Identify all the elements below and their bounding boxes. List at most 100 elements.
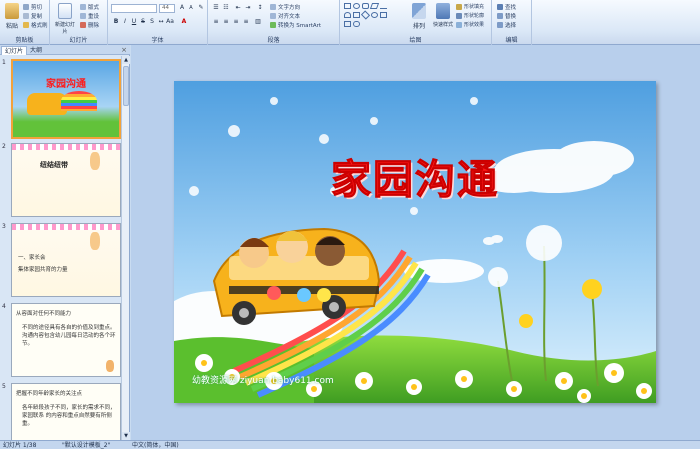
language-indicator[interactable]: 中文(简体，中国) xyxy=(132,441,179,449)
arch-shape-icon[interactable] xyxy=(344,12,351,18)
arrange-button[interactable]: 排列 xyxy=(410,3,428,30)
font-name-box[interactable] xyxy=(111,4,157,13)
callout-shape-icon[interactable] xyxy=(353,21,360,27)
thumbnail-slide-5[interactable]: 把握不同年龄家长的关注点 各年龄段孩子不同，家长的需求不同，家园联系 的内容和重… xyxy=(11,383,121,440)
shrink-font-icon[interactable]: A xyxy=(187,4,195,12)
binoculars-icon xyxy=(497,4,503,10)
case-icon[interactable]: Aa xyxy=(166,18,174,26)
thumb-text: 一、家长会 xyxy=(18,255,46,261)
layout-icon xyxy=(80,4,86,10)
quick-styles-icon xyxy=(436,3,450,19)
smartart-button[interactable]: 转换为 SmartArt xyxy=(270,21,321,29)
smartart-icon xyxy=(270,22,276,28)
oval-shape-icon[interactable] xyxy=(353,3,360,9)
layout-button[interactable]: 版式 xyxy=(80,3,99,11)
reset-icon xyxy=(80,13,86,19)
current-slide[interactable]: 家园沟通 幼教资源网 ziyuan.baby611.com xyxy=(174,81,656,403)
scissors-icon xyxy=(23,4,29,10)
thumbnail-slide-2[interactable]: 纽结纽带 xyxy=(11,143,121,217)
clear-format-icon[interactable]: ✎ xyxy=(197,4,205,12)
slides-group-label: 幻灯片 xyxy=(69,37,88,44)
increase-indent-icon[interactable]: ⇥ xyxy=(244,4,252,12)
tab-slides[interactable]: 幻灯片 xyxy=(1,46,28,55)
line-spacing-icon[interactable]: ↕ xyxy=(256,4,264,12)
shadow-icon[interactable]: S xyxy=(148,18,156,26)
arrow-shape-icon[interactable] xyxy=(380,12,387,18)
numbering-icon[interactable]: ☷ xyxy=(222,4,230,12)
scroll-up-icon[interactable]: ▲ xyxy=(122,56,130,64)
paste-icon xyxy=(5,3,19,19)
bunting-decoration xyxy=(12,144,120,150)
align-right-icon[interactable]: ≡ xyxy=(232,18,240,26)
line-shape-icon[interactable] xyxy=(380,3,387,9)
cut-button[interactable]: 剪切 xyxy=(23,3,42,11)
thumb-text: 从容面对任何不同能力 xyxy=(16,311,72,317)
font-group: 44 A A ✎ B I U S S ↔ Aa A 字体 xyxy=(108,0,208,45)
panel-scrollbar[interactable]: ▲ ▼ xyxy=(121,56,130,440)
rounded-rect-shape-icon[interactable] xyxy=(362,3,369,9)
columns-icon[interactable]: ▥ xyxy=(254,18,262,26)
format-painter-button[interactable]: 格式刷 xyxy=(23,21,48,29)
quick-styles-button[interactable]: 快速样式 xyxy=(432,3,454,28)
italic-icon[interactable]: I xyxy=(121,18,129,26)
parallelogram-shape-icon[interactable] xyxy=(369,3,380,9)
copy-button[interactable]: 复制 xyxy=(23,12,42,20)
scroll-down-icon[interactable]: ▼ xyxy=(122,432,130,440)
decrease-indent-icon[interactable]: ⇤ xyxy=(234,4,242,12)
bullets-icon[interactable]: ☰ xyxy=(212,4,220,12)
replace-button[interactable]: 替换 xyxy=(497,12,516,20)
clipboard-group-label: 剪贴板 xyxy=(15,37,34,44)
copy-icon xyxy=(23,13,29,19)
rainbow-illustration xyxy=(61,91,97,111)
shape-outline-button[interactable]: 形状轮廓 xyxy=(456,12,484,19)
thumb-number: 2 xyxy=(2,143,6,150)
new-slide-button[interactable]: 新建幻灯片 xyxy=(54,3,76,35)
shape-fill-button[interactable]: 形状填充 xyxy=(456,3,484,10)
justify-icon[interactable]: ≡ xyxy=(242,18,250,26)
girl-illustration xyxy=(90,152,100,170)
reset-button[interactable]: 重设 xyxy=(80,12,99,20)
text-box-shape-icon[interactable] xyxy=(353,12,360,18)
replace-icon xyxy=(497,13,503,19)
thumbnail-slide-4[interactable]: 从容面对任何不同能力 不同的途径具有各自的价值及到重点。沟通内容包含幼儿园每日活… xyxy=(11,303,121,377)
new-slide-icon xyxy=(58,3,72,19)
thumb-title: 家园沟通 xyxy=(46,79,86,90)
shapes-gallery[interactable] xyxy=(344,3,402,29)
strikethrough-icon[interactable]: S xyxy=(139,18,147,26)
paragraph-group: ☰ ☷ ⇤ ⇥ ↕ ≡ ≡ ≡ ≡ ▥ 文字方向 对齐文本 转换为 SmartA… xyxy=(208,0,340,45)
grow-font-icon[interactable]: A xyxy=(178,4,186,12)
slide-title[interactable]: 家园沟通 xyxy=(174,147,656,205)
circle-shape-icon[interactable] xyxy=(371,12,378,18)
paragraph-group-label: 段落 xyxy=(267,37,280,44)
rectangle-shape-icon[interactable] xyxy=(344,3,351,9)
drawing-group: 排列 快速样式 形状填充 形状轮廓 形状效果 绘图 xyxy=(340,0,492,45)
delete-button[interactable]: 删除 xyxy=(80,21,99,29)
align-left-icon[interactable]: ≡ xyxy=(212,18,220,26)
thumb-number: 1 xyxy=(2,59,6,66)
select-button[interactable]: 选择 xyxy=(497,21,516,29)
tab-outline[interactable]: 大纲 xyxy=(27,46,45,55)
thumb-text: 各年龄段孩子不同，家长的需求不同，家园联系 的内容和重点自然要有所侧重。 xyxy=(22,405,116,427)
font-color-icon[interactable]: A xyxy=(180,18,188,26)
align-center-icon[interactable]: ≡ xyxy=(222,18,230,26)
star-shape-icon[interactable] xyxy=(344,21,351,27)
shape-effects-button[interactable]: 形状效果 xyxy=(456,21,484,28)
close-icon[interactable]: × xyxy=(121,45,127,55)
find-button[interactable]: 查找 xyxy=(497,3,516,11)
slide-count: 幻灯片 1/38 xyxy=(3,442,37,449)
thumb-text: 不同的途径具有各自的价值及到重点。沟通内容包含幼儿园每日活动的各个环节。 xyxy=(22,325,116,347)
font-size-box[interactable]: 44 xyxy=(159,4,175,13)
diamond-shape-icon[interactable] xyxy=(360,10,371,20)
scroll-thumb[interactable] xyxy=(123,66,129,106)
spacing-icon[interactable]: ↔ xyxy=(157,18,165,26)
underline-icon[interactable]: U xyxy=(130,18,138,26)
thumbnail-slide-1[interactable]: 家园沟通 xyxy=(11,59,121,139)
text-direction-button[interactable]: 文字方向 xyxy=(270,3,300,11)
bold-icon[interactable]: B xyxy=(112,18,120,26)
align-text-button[interactable]: 对齐文本 xyxy=(270,12,300,20)
paste-button[interactable]: 粘贴 xyxy=(3,3,21,30)
thumbnail-slide-3[interactable]: 一、家长会 集体家园共育的力量 xyxy=(11,223,121,297)
slides-group: 新建幻灯片 版式 重设 删除 幻灯片 xyxy=(50,0,108,45)
child-illustration xyxy=(106,360,114,372)
editing-group: 查找 替换 选择 编辑 xyxy=(492,0,532,45)
